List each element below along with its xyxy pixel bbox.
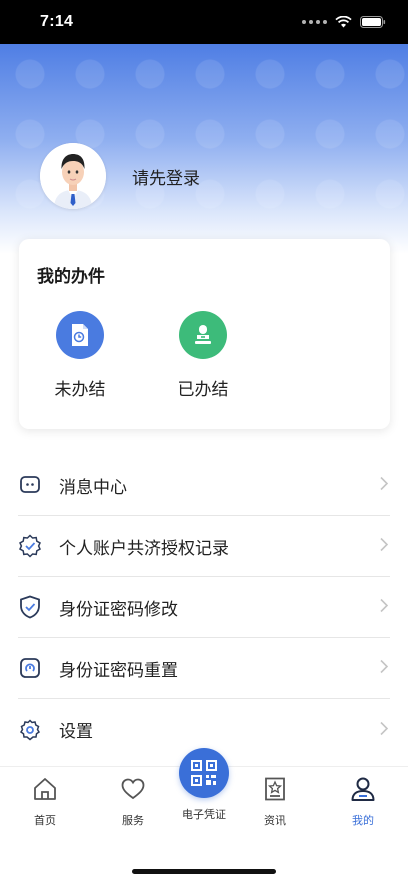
affair-item-done[interactable]: 已办结 (158, 311, 248, 400)
menu-item-messages[interactable]: 消息中心 (18, 455, 390, 516)
chevron-right-icon (380, 537, 389, 556)
tab-home[interactable]: 首页 (10, 775, 80, 828)
wifi-icon (335, 16, 352, 28)
login-prompt[interactable]: 请先登录 (132, 164, 200, 189)
tab-mine[interactable]: 我的 (328, 775, 398, 828)
qr-code-icon (179, 748, 229, 798)
menu-item-label: 身份证密码重置 (59, 660, 178, 681)
menu-item-label: 个人账户共济授权记录 (59, 538, 229, 559)
tab-e-certificate[interactable]: 电子凭证 (167, 748, 241, 822)
chevron-right-icon (380, 476, 389, 495)
message-icon (18, 473, 42, 497)
heart-icon (119, 775, 147, 803)
menu-item-authorization-records[interactable]: 个人账户共济授权记录 (18, 516, 390, 577)
affair-item-pending[interactable]: 未办结 (35, 311, 125, 400)
affair-label: 已办结 (177, 380, 229, 400)
tab-label: 资讯 (264, 814, 286, 827)
user-icon (349, 775, 377, 803)
menu-item-label: 消息中心 (59, 477, 127, 498)
chevron-right-icon (380, 659, 389, 678)
gear-icon (18, 718, 42, 742)
menu-item-label: 设置 (59, 722, 93, 742)
tab-news[interactable]: 资讯 (240, 775, 310, 828)
tab-label: 首页 (34, 814, 56, 827)
tab-label: 服务 (122, 814, 144, 827)
battery-icon (360, 16, 386, 28)
tab-label: 电子凭证 (182, 808, 226, 821)
chevron-right-icon (380, 720, 389, 739)
badge-check-icon (18, 534, 42, 558)
status-icons (302, 16, 386, 28)
card-title: 我的办件 (37, 267, 105, 287)
stamp-icon (179, 311, 227, 359)
user-avatar-icon (40, 143, 106, 209)
menu-item-label: 身份证密码修改 (59, 599, 178, 620)
avatar[interactable] (40, 143, 106, 209)
home-indicator[interactable] (132, 869, 276, 874)
profile-section[interactable]: 请先登录 (40, 143, 200, 209)
signal-icon (302, 20, 327, 24)
news-icon (261, 775, 289, 803)
tab-label: 我的 (352, 814, 374, 827)
chevron-right-icon (380, 598, 389, 617)
status-time: 7:14 (40, 13, 74, 30)
menu-item-id-password-change[interactable]: 身份证密码修改 (18, 577, 390, 638)
my-affairs-card: 我的办件 未办结 已办结 (19, 239, 390, 429)
shield-check-icon (18, 595, 42, 619)
home-icon (31, 775, 59, 803)
reset-icon (18, 656, 42, 680)
menu-item-id-password-reset[interactable]: 身份证密码重置 (18, 638, 390, 699)
affair-label: 未办结 (54, 380, 106, 400)
status-bar: 7:14 (0, 0, 408, 44)
document-clock-icon (56, 311, 104, 359)
menu-list: 消息中心 个人账户共济授权记录 身份证密码修改 身份证密码重置 设置 (18, 455, 390, 760)
tab-service[interactable]: 服务 (98, 775, 168, 828)
tab-bar: 首页 服务 电子凭证 资讯 我的 (0, 748, 408, 853)
